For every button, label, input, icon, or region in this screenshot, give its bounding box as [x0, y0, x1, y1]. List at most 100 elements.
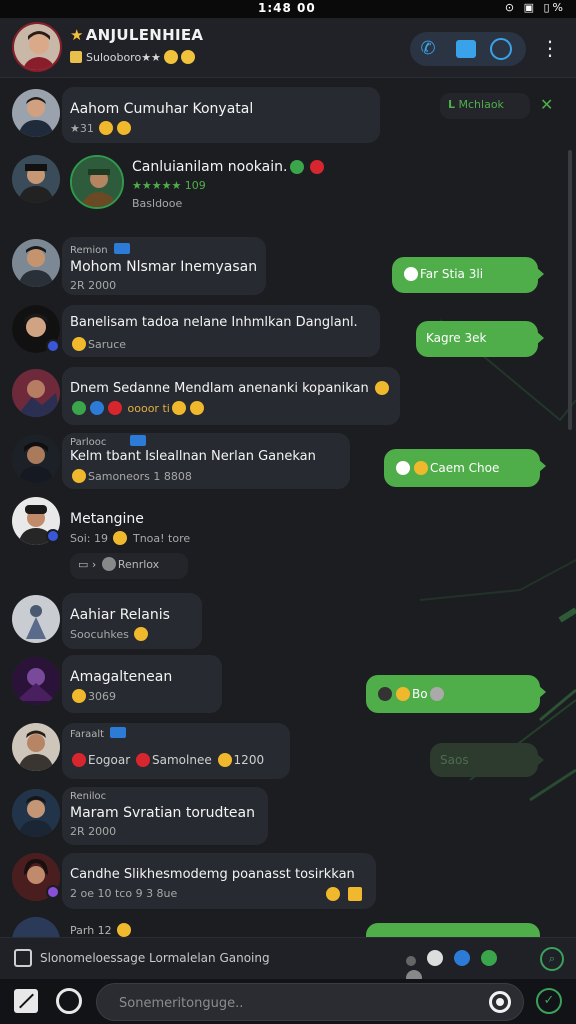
sent-bubble[interactable]: Far Stia 3li	[392, 257, 544, 293]
avatar[interactable]	[12, 155, 60, 203]
message-meta: ★31	[70, 121, 133, 135]
emoji-icon[interactable]	[481, 950, 498, 966]
emoji-icon	[72, 689, 86, 703]
message-field[interactable]	[96, 983, 524, 1021]
list-item[interactable]: Faraalt Eogoar Samolnee 1200 Saos	[0, 723, 576, 783]
chat-title[interactable]: ★ ANJULENHIEA	[70, 26, 203, 44]
group-avatar[interactable]	[12, 22, 62, 72]
close-icon[interactable]: ✕	[540, 95, 553, 114]
message-bubble[interactable]: Parlooc Kelm tbant Isleallnan Nerlan Gan…	[62, 433, 350, 489]
emoji-icon	[163, 50, 178, 64]
chat-app: 1:48 00 ⊙ ▣ ▯% ★ ANJULENHIEA Sulooboro★★ …	[0, 0, 576, 1024]
message-meta: ★★★★★ 109	[132, 179, 206, 192]
message-input-bar: ✓	[0, 979, 576, 1024]
sent-bubble[interactable]: Caem Choe	[384, 449, 546, 487]
badge-icon	[130, 435, 147, 446]
avatar[interactable]	[12, 595, 60, 643]
message-bubble[interactable]: Reniloc Maram Svratian torudtean 2R 2000	[62, 787, 268, 845]
message-bubble[interactable]: Remion Mohom Nlsmar Inemyasan 2R 2000	[62, 237, 266, 295]
message-text: Kelm tbant Isleallnan Nerlan Ganekan	[70, 449, 316, 464]
list-item[interactable]: Canluianilam nookain. ★★★★★ 109 Basldooe	[0, 151, 576, 213]
message-bubble[interactable]: Faraalt Eogoar Samolnee 1200	[62, 723, 290, 779]
list-item[interactable]: Metangine Soi: 19 Tnoa! tore ▭ › Renrlox	[0, 497, 576, 583]
verified-icon	[46, 529, 60, 543]
reaction-bar	[406, 950, 530, 986]
avatar[interactable]	[12, 789, 60, 837]
avatar[interactable]	[12, 369, 60, 417]
message-meta: 2R 2000	[70, 825, 117, 838]
message-bubble[interactable]: Candhe Slikhesmodemg poanasst tosirkkan …	[62, 853, 376, 909]
attachment-icon[interactable]	[14, 949, 32, 967]
dot-icon[interactable]	[406, 956, 416, 966]
compose-status-bar: Slonomeloessage Lormalelan Ganoing ⌕	[0, 937, 576, 986]
list-item[interactable]: Dnem Sedanne Mendlam anenanki kopanikan …	[0, 367, 576, 429]
sent-bubble[interactable]: Saos	[430, 743, 544, 777]
emoji-icon	[374, 381, 389, 395]
more-options-icon[interactable]: ⋮	[540, 36, 560, 60]
emoji-icon[interactable]	[427, 950, 444, 966]
sent-chip[interactable]: L Mchlaok	[440, 93, 530, 119]
list-item[interactable]: Amagaltenean 3069 Bo	[0, 655, 576, 719]
sender-name: Remion	[70, 243, 130, 256]
check-icon: L	[448, 98, 456, 111]
message-bubble[interactable]: Dnem Sedanne Mendlam anenanki kopanikan …	[62, 367, 400, 425]
scrollbar[interactable]	[568, 150, 572, 430]
message-text: Banelisam tadoa nelane Inhmlkan Danglanl…	[70, 315, 358, 330]
message-bubble[interactable]: Banelisam tadoa nelane Inhmlkan Danglanl…	[62, 305, 380, 357]
edit-icon[interactable]	[14, 989, 38, 1013]
emoji-icon[interactable]	[454, 950, 471, 966]
emoji-icon	[326, 887, 340, 901]
scroll-down-icon[interactable]: ⌕	[540, 947, 564, 971]
message-bubble[interactable]: Aahiar Relanis Soocuhkes	[62, 593, 202, 649]
avatar[interactable]	[12, 917, 60, 937]
sent-bubble[interactable]	[366, 923, 540, 937]
message-bubble[interactable]: Amagaltenean 3069	[62, 655, 222, 713]
emoji-icon	[171, 401, 186, 415]
send-icon[interactable]: ✓	[536, 988, 562, 1014]
attachment-chip[interactable]: ▭ › Renrlox	[70, 553, 188, 579]
link-icon[interactable]	[490, 38, 512, 60]
emoji-icon	[396, 687, 410, 701]
message-text: Candhe Slikhesmodemg poanasst tosirkkan	[70, 867, 355, 882]
emoji-icon	[217, 753, 232, 767]
status-icons: ⊙ ▣ ▯%	[504, 1, 566, 14]
message-text: Amagaltenean	[70, 669, 173, 685]
list-item[interactable]: Aahiar Relanis Soocuhkes	[0, 591, 576, 651]
list-item[interactable]: Aahom Cumuhar Konyatal ★31 L Mchlaok ✕	[0, 87, 576, 147]
message-meta: 2 oe 10 tco 9 3 8ue	[70, 887, 178, 900]
avatar[interactable]	[12, 435, 60, 483]
avatar[interactable]	[12, 723, 60, 771]
camera-icon[interactable]	[489, 991, 511, 1013]
list-item[interactable]: Parlooc Kelm tbant Isleallnan Nerlan Gan…	[0, 433, 576, 493]
emoji-icon	[290, 160, 304, 174]
avatar[interactable]	[12, 657, 60, 705]
group-avatar-image	[14, 24, 60, 70]
message-input[interactable]	[119, 993, 479, 1013]
emoji-picker-icon[interactable]	[56, 988, 82, 1014]
avatar[interactable]	[70, 155, 124, 209]
list-item[interactable]: Candhe Slikhesmodemg poanasst tosirkkan …	[0, 853, 576, 913]
emoji-icon	[108, 401, 122, 415]
list-item[interactable]: Remion Mohom Nlsmar Inemyasan 2R 2000 Fa…	[0, 237, 576, 299]
emoji-icon	[429, 687, 444, 701]
emoji-icon	[72, 469, 86, 483]
avatar[interactable]	[12, 89, 60, 137]
message-bubble[interactable]: Aahom Cumuhar Konyatal ★31	[62, 87, 380, 143]
message-meta: Saruce	[70, 337, 126, 351]
list-item[interactable]: Reniloc Maram Svratian torudtean 2R 2000	[0, 787, 576, 849]
message-meta: oooor ti	[70, 401, 206, 415]
folder-icon: ▭	[78, 558, 89, 571]
sent-bubble[interactable]: Kagre 3ek	[416, 321, 544, 357]
phone-icon[interactable]: ✆	[416, 37, 440, 61]
list-item[interactable]: Banelisam tadoa nelane Inhmlkan Danglanl…	[0, 303, 576, 361]
avatar[interactable]	[12, 239, 60, 287]
sent-bubble[interactable]: Bo	[366, 675, 546, 713]
message-list[interactable]: Aahom Cumuhar Konyatal ★31 L Mchlaok ✕ C…	[0, 79, 576, 937]
verified-icon	[46, 885, 60, 899]
video-icon[interactable]	[456, 40, 476, 58]
star-icon: ★	[70, 26, 84, 44]
emoji-icon	[136, 753, 150, 767]
badge-icon	[110, 727, 127, 738]
header-actions: ✆	[410, 32, 526, 66]
list-item[interactable]: Parh 12	[0, 917, 576, 937]
